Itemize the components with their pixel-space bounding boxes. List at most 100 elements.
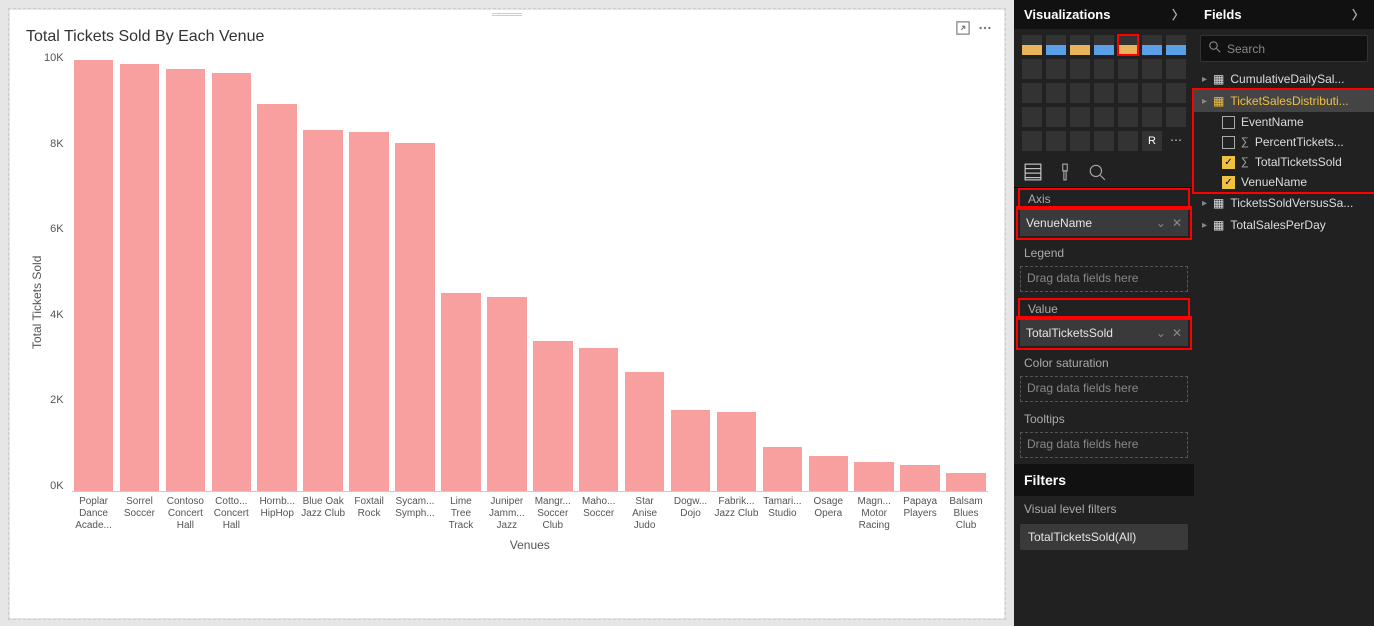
- report-canvas[interactable]: Total Tickets Sold By Each Venue Total T…: [0, 0, 1014, 626]
- drag-handle-icon[interactable]: [492, 13, 522, 16]
- bar[interactable]: [671, 410, 711, 491]
- x-label-row: Poplar Dance Acade...Sorrel SoccerContos…: [72, 496, 988, 532]
- viz-type-icon[interactable]: [1070, 59, 1090, 79]
- viz-type-icon[interactable]: [1166, 83, 1186, 103]
- field-item[interactable]: ∑PercentTickets...: [1194, 132, 1374, 152]
- chart-visual[interactable]: Total Tickets Sold By Each Venue Total T…: [10, 10, 1004, 618]
- viz-type-icon[interactable]: [1142, 107, 1162, 127]
- bar[interactable]: [900, 465, 940, 491]
- viz-type-icon[interactable]: [1166, 35, 1186, 55]
- viz-type-picker[interactable]: R⋯: [1014, 29, 1194, 157]
- chevron-right-icon[interactable]: 〉: [1352, 6, 1364, 23]
- bar[interactable]: [349, 132, 389, 491]
- panel-title-visualizations: Visualizations: [1024, 7, 1110, 22]
- x-tick-label: Blue Oak Jazz Club: [301, 496, 345, 532]
- viz-type-icon[interactable]: [1046, 131, 1066, 151]
- viz-type-icon[interactable]: [1142, 83, 1162, 103]
- bar[interactable]: [533, 341, 573, 491]
- viz-type-icon[interactable]: R: [1142, 131, 1162, 151]
- x-tick-label: Cotto... Concert Hall: [209, 496, 253, 532]
- chevron-down-icon[interactable]: ⌄: [1156, 326, 1166, 340]
- filter-item[interactable]: TotalTicketsSold(All): [1020, 524, 1188, 550]
- field-item[interactable]: EventName: [1194, 112, 1374, 132]
- x-tick-label: Juniper Jamm... Jazz: [485, 496, 529, 532]
- fields-panel[interactable]: Fields 〉 Search ▸▦CumulativeDailySal... …: [1194, 0, 1374, 626]
- table-item-active[interactable]: ▸▦TicketSalesDistributi...: [1194, 90, 1374, 112]
- bar[interactable]: [854, 462, 894, 491]
- viz-type-icon[interactable]: [1142, 59, 1162, 79]
- viz-type-icon[interactable]: [1094, 107, 1114, 127]
- viz-type-icon[interactable]: [1046, 83, 1066, 103]
- viz-type-icon[interactable]: [1118, 107, 1138, 127]
- color-field-well[interactable]: Drag data fields here: [1020, 376, 1188, 402]
- chevron-right-icon[interactable]: 〉: [1172, 6, 1184, 23]
- search-input[interactable]: Search: [1200, 35, 1368, 62]
- bar[interactable]: [763, 447, 803, 491]
- value-field-well[interactable]: TotalTicketsSold ⌄✕: [1020, 320, 1188, 346]
- viz-type-icon[interactable]: [1022, 59, 1042, 79]
- bar[interactable]: [625, 372, 665, 491]
- more-options-icon[interactable]: [978, 20, 992, 35]
- table-item[interactable]: ▸▦CumulativeDailySal...: [1194, 68, 1374, 90]
- viz-type-icon[interactable]: [1022, 83, 1042, 103]
- viz-type-icon[interactable]: [1046, 35, 1066, 55]
- bar[interactable]: [212, 73, 252, 491]
- viz-type-icon[interactable]: [1046, 59, 1066, 79]
- viz-type-icon[interactable]: [1166, 59, 1186, 79]
- viz-type-icon[interactable]: [1070, 83, 1090, 103]
- bar[interactable]: [946, 473, 986, 491]
- focus-mode-icon[interactable]: [956, 20, 970, 35]
- viz-type-icon[interactable]: [1070, 107, 1090, 127]
- bar-container: [72, 52, 988, 492]
- bar[interactable]: [809, 456, 849, 491]
- table-item[interactable]: ▸▦TicketsSoldVersusSa...: [1194, 192, 1374, 214]
- viz-type-icon[interactable]: [1118, 131, 1138, 151]
- viz-type-icon[interactable]: [1022, 131, 1042, 151]
- axis-field-well[interactable]: VenueName ⌄✕: [1020, 210, 1188, 236]
- viz-type-icon[interactable]: [1118, 83, 1138, 103]
- bar[interactable]: [303, 130, 343, 491]
- remove-icon[interactable]: ✕: [1172, 326, 1182, 340]
- viz-type-icon[interactable]: [1022, 107, 1042, 127]
- table-icon: ▦: [1213, 94, 1224, 108]
- bar[interactable]: [257, 104, 297, 491]
- viz-type-icon[interactable]: [1118, 35, 1138, 55]
- y-axis-ticks: 10K 8K 6K 4K 2K 0K: [44, 52, 72, 492]
- field-item[interactable]: ✓VenueName: [1194, 172, 1374, 192]
- bar[interactable]: [74, 60, 114, 491]
- table-icon: ▦: [1213, 72, 1224, 86]
- table-icon: ▦: [1213, 196, 1224, 210]
- viz-type-icon[interactable]: [1022, 35, 1042, 55]
- bar[interactable]: [395, 143, 435, 491]
- viz-type-icon[interactable]: [1142, 35, 1162, 55]
- bar[interactable]: [487, 297, 527, 491]
- bar[interactable]: [441, 293, 481, 491]
- format-tab-icon[interactable]: [1056, 163, 1074, 181]
- viz-type-icon[interactable]: ⋯: [1166, 131, 1186, 151]
- viz-type-icon[interactable]: [1094, 35, 1114, 55]
- field-item[interactable]: ✓∑TotalTicketsSold: [1194, 152, 1374, 172]
- bar[interactable]: [579, 348, 619, 491]
- remove-icon[interactable]: ✕: [1172, 216, 1182, 230]
- table-item[interactable]: ▸▦TotalSalesPerDay: [1194, 214, 1374, 236]
- visualizations-panel[interactable]: Visualizations 〉 R⋯ Axis VenueName ⌄✕ Le…: [1014, 0, 1194, 626]
- viz-type-icon[interactable]: [1118, 59, 1138, 79]
- bar[interactable]: [120, 64, 160, 491]
- tooltips-field-well[interactable]: Drag data fields here: [1020, 432, 1188, 458]
- viz-type-icon[interactable]: [1046, 107, 1066, 127]
- viz-type-icon[interactable]: [1166, 107, 1186, 127]
- viz-type-icon[interactable]: [1094, 83, 1114, 103]
- bar[interactable]: [166, 69, 206, 491]
- x-tick-label: Hornb... HipHop: [255, 496, 299, 532]
- viz-type-icon[interactable]: [1070, 35, 1090, 55]
- viz-type-icon[interactable]: [1070, 131, 1090, 151]
- bar[interactable]: [717, 412, 757, 491]
- x-tick-label: Lime Tree Track: [439, 496, 483, 532]
- chevron-down-icon[interactable]: ⌄: [1156, 216, 1166, 230]
- viz-type-icon[interactable]: [1094, 59, 1114, 79]
- legend-field-well[interactable]: Drag data fields here: [1020, 266, 1188, 292]
- analytics-tab-icon[interactable]: [1088, 163, 1106, 181]
- fields-tab-icon[interactable]: [1024, 163, 1042, 181]
- x-tick-label: Sorrel Soccer: [118, 496, 162, 532]
- viz-type-icon[interactable]: [1094, 131, 1114, 151]
